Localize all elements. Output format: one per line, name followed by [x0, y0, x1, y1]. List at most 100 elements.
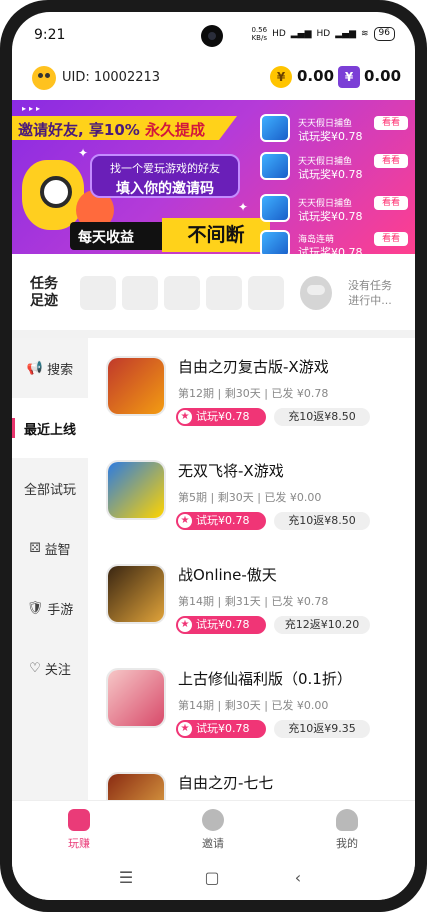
trial-reward-badge[interactable]: ★ 试玩¥0.78: [176, 512, 266, 530]
game-icon: [106, 564, 166, 624]
network-speed: 0.56 KB/s: [251, 26, 268, 42]
sparkle-icon: ✦: [78, 146, 89, 160]
pikachu-game-art: [108, 462, 164, 518]
tab-profile[interactable]: 我的: [280, 801, 414, 857]
trial-reward-badge[interactable]: ★ 试玩¥0.78: [176, 408, 266, 426]
ticker-item[interactable]: 天天假日捕鱼 试玩奖¥0.78 看看: [252, 194, 412, 224]
shield-icon: 🛡: [26, 600, 44, 616]
gem-balance[interactable]: 0.00: [364, 67, 401, 85]
battery-icon: 96: [373, 27, 395, 41]
game-title: 自由之刃-七七: [178, 774, 274, 792]
game-meta: 第14期 | 剩30天 | 已发 ¥0.00: [178, 699, 329, 712]
fish-game-thumbnail: [260, 152, 290, 180]
front-camera: [201, 25, 223, 47]
recharge-rebate-badge: 充10返¥8.50: [274, 512, 370, 530]
task-slot: [248, 276, 284, 310]
blade-game-art: [108, 774, 164, 800]
home-icon[interactable]: ▢: [200, 866, 224, 890]
task-slot: [206, 276, 242, 310]
astronaut-icon: [300, 276, 332, 310]
category-search[interactable]: 📢 搜索: [12, 338, 88, 398]
system-navigation-bar: ☰ ▢ ‹: [12, 856, 415, 900]
game-row[interactable]: 无双飞将-X游戏 第5期 | 剩30天 | 已发 ¥0.00 ★ 试玩¥0.78 …: [88, 442, 415, 546]
coin-balance[interactable]: 0.00: [297, 67, 334, 85]
recharge-rebate-badge: 充12返¥10.20: [274, 616, 370, 634]
gem-icon: ¥: [338, 66, 360, 88]
target-icon: [202, 809, 224, 831]
category-all-trials[interactable]: 全部试玩: [12, 458, 88, 518]
ticker-view-button[interactable]: 看看: [374, 116, 408, 130]
gamepad-icon: [68, 809, 90, 831]
trial-reward-badge[interactable]: ★ 试玩¥0.78: [176, 720, 266, 738]
game-icon: [106, 356, 166, 416]
signal-icon: ▂▄▆: [290, 29, 312, 39]
fish-game-thumbnail: [260, 114, 290, 142]
bottom-tab-bar: 玩赚 邀请 我的: [12, 800, 415, 856]
game-meta: 第12期 | 剩30天 | 已发 ¥0.78: [178, 387, 329, 400]
menu-icon[interactable]: ☰: [114, 866, 138, 890]
banner-headline: 邀请好友, 享10% 永久提成: [18, 121, 206, 139]
trial-reward-badge[interactable]: ★ 试玩¥0.78: [176, 616, 266, 634]
game-icon: [106, 668, 166, 728]
recharge-rebate-badge: 充10返¥8.50: [274, 408, 370, 426]
category-puzzle[interactable]: ⚄ 益智: [12, 518, 88, 578]
category-sidebar: 📢 搜索 最近上线 全部试玩 ⚄ 益智 🛡 手游 ♡ 关注: [12, 338, 88, 800]
war-online-game-art: [108, 566, 164, 622]
status-bar: 9:21 0.56 KB/s HD ▂▄▆ HD ▂▄▆ ≋ 96: [12, 12, 415, 56]
tab-invite[interactable]: 邀请: [146, 801, 280, 857]
banner-invite-box: 找一个爱玩游戏的好友 填入你的邀请码: [90, 154, 240, 198]
dragon-game-art: [108, 358, 164, 414]
coin-icon: ¥: [270, 66, 292, 88]
fish-game-thumbnail: [260, 194, 290, 222]
category-recent[interactable]: 最近上线: [12, 398, 88, 458]
megaphone-icon: 📢: [26, 360, 44, 376]
ticker-view-button[interactable]: 看看: [374, 232, 408, 246]
signal-hd-2: HD: [316, 29, 331, 39]
sparkle-icon: ✦: [238, 200, 249, 214]
ticker-item[interactable]: 天天假日捕鱼 试玩奖¥0.78 看看: [252, 114, 412, 144]
status-time: 9:21: [34, 27, 66, 43]
task-footprint-title: 任务足迹: [30, 276, 58, 309]
xiuxian-game-art: [108, 670, 164, 726]
dice-icon: ⚄: [29, 540, 41, 556]
ticker-item[interactable]: 天天假日捕鱼 试玩奖¥0.78 看看: [252, 152, 412, 182]
app-screen: 9:21 0.56 KB/s HD ▂▄▆ HD ▂▄▆ ≋ 96 UID: 1…: [12, 12, 415, 900]
game-list: 自由之刃复古版-X游戏 第12期 | 剩30天 | 已发 ¥0.78 ★ 试玩¥0…: [88, 338, 415, 800]
banner-dots: ▸▸▸: [22, 104, 44, 113]
game-row[interactable]: 战Online-傲天 第14期 | 剩31天 | 已发 ¥0.78 ★ 试玩¥0.…: [88, 546, 415, 650]
task-footprint-strip: 任务足迹 没有任务 进行中...: [12, 262, 415, 328]
task-slot: [122, 276, 158, 310]
user-icon: [336, 809, 358, 831]
ticker-view-button[interactable]: 看看: [374, 196, 408, 210]
signal-icon-2: ▂▄▆: [335, 29, 356, 39]
tab-play-earn[interactable]: 玩赚: [12, 801, 146, 857]
star-icon: ★: [178, 410, 192, 424]
game-title: 无双飞将-X游戏: [178, 462, 284, 480]
game-row[interactable]: 上古修仙福利版（0.1折） 第14期 | 剩30天 | 已发 ¥0.00 ★ 试玩…: [88, 650, 415, 754]
ticker-item[interactable]: 海岛连萌 试玩奖¥0.78 看看: [252, 230, 412, 254]
task-slot: [80, 276, 116, 310]
back-icon[interactable]: ‹: [286, 866, 310, 890]
status-icons: 0.56 KB/s HD ▂▄▆ HD ▂▄▆ ≋ 96: [251, 26, 395, 42]
game-title: 战Online-傲天: [178, 566, 277, 584]
yellow-monster-illustration: [22, 160, 84, 230]
game-meta: 第5期 | 剩30天 | 已发 ¥0.00: [178, 491, 322, 504]
recharge-rebate-badge: 充10返¥9.35: [274, 720, 370, 738]
avatar[interactable]: [32, 66, 56, 90]
banner-earnings-pill: 每天收益 不间断: [70, 218, 270, 252]
signal-hd-1: HD: [272, 29, 286, 39]
category-follow[interactable]: ♡ 关注: [12, 638, 88, 698]
ticker-view-button[interactable]: 看看: [374, 154, 408, 168]
game-row[interactable]: 自由之刃-七七: [88, 754, 415, 800]
wifi-icon: ≋: [361, 29, 369, 39]
category-mobile-games[interactable]: 🛡 手游: [12, 578, 88, 638]
task-slot: [164, 276, 200, 310]
island-game-thumbnail: [260, 230, 290, 254]
section-divider: [12, 330, 415, 338]
game-title: 上古修仙福利版（0.1折）: [178, 670, 352, 688]
heart-icon: ♡: [29, 660, 41, 676]
game-row[interactable]: 自由之刃复古版-X游戏 第12期 | 剩30天 | 已发 ¥0.78 ★ 试玩¥0…: [88, 338, 415, 442]
app-header: UID: 10002213 ¥ 0.00 ¥ 0.00: [12, 60, 415, 96]
invite-banner[interactable]: ▸▸▸ 邀请好友, 享10% 永久提成 ✦ ✦ 找一个爱玩游戏的好友 填入你的邀…: [12, 100, 415, 254]
game-title: 自由之刃复古版-X游戏: [178, 358, 329, 376]
